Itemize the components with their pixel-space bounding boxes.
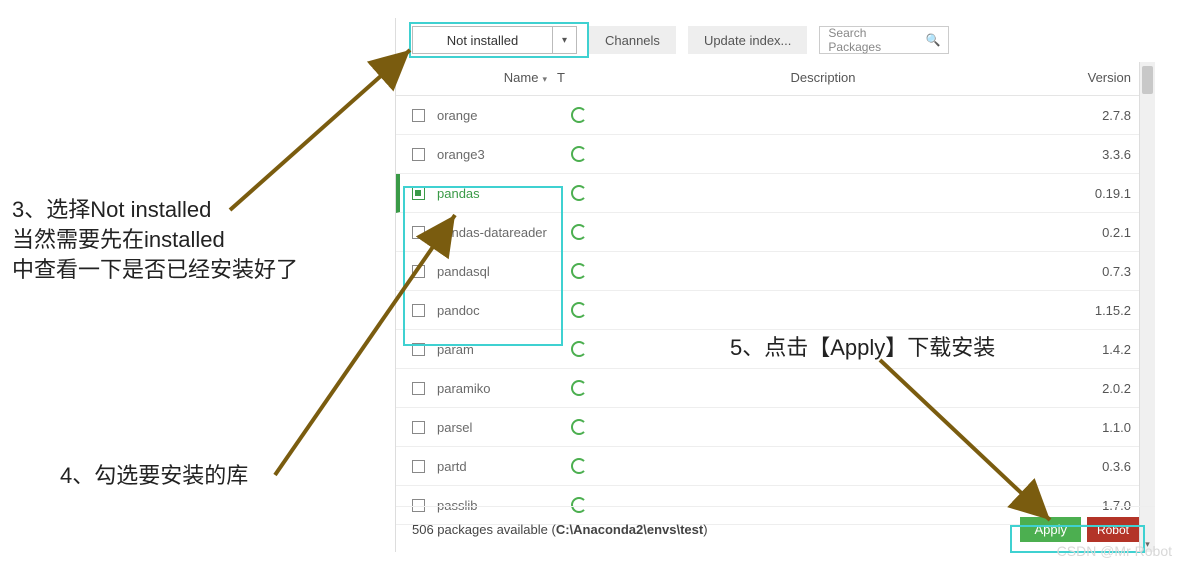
loading-icon — [571, 458, 587, 474]
package-version: 2.0.2 — [1102, 381, 1139, 396]
loading-icon — [571, 146, 587, 162]
checkbox[interactable] — [412, 460, 425, 473]
checkbox[interactable] — [412, 343, 425, 356]
package-list: orange2.7.8orange33.3.6pandas0.19.1panda… — [396, 96, 1155, 526]
cancel-button[interactable]: Robot — [1087, 517, 1139, 542]
package-name: pandasql — [437, 264, 567, 279]
checkbox[interactable] — [412, 109, 425, 122]
loading-icon — [571, 107, 587, 123]
loading-icon — [571, 185, 587, 201]
table-header: Name▾ T Description Version — [396, 62, 1155, 96]
col-t[interactable]: T — [557, 70, 587, 85]
search-placeholder: Search Packages — [828, 26, 919, 54]
checkbox[interactable] — [412, 421, 425, 434]
package-version: 0.2.1 — [1102, 225, 1139, 240]
table-row[interactable]: pandoc 1.15.2 — [396, 291, 1155, 330]
checkbox[interactable] — [412, 382, 425, 395]
env-path: C:\Anaconda2\envs\test — [556, 522, 703, 537]
filter-label: Not installed — [413, 33, 552, 48]
status-bar: 506 packages available ( C:\Anaconda2\en… — [396, 506, 1155, 552]
package-version: 0.3.6 — [1102, 459, 1139, 474]
package-version: 3.3.6 — [1102, 147, 1139, 162]
package-version: 1.1.0 — [1102, 420, 1139, 435]
package-version: 0.19.1 — [1095, 186, 1139, 201]
checkbox[interactable] — [412, 187, 425, 200]
table-row[interactable]: orange 2.7.8 — [396, 96, 1155, 135]
package-name: orange — [437, 108, 567, 123]
sort-arrow-icon: ▾ — [542, 74, 547, 84]
apply-button[interactable]: Apply — [1020, 517, 1081, 542]
package-name: param — [437, 342, 567, 357]
loading-icon — [571, 341, 587, 357]
watermark: CSDN @Mr Robot — [1057, 543, 1172, 559]
package-version: 1.4.2 — [1102, 342, 1139, 357]
channels-button[interactable]: Channels — [589, 26, 676, 54]
scrollbar-thumb[interactable] — [1142, 66, 1153, 94]
loading-icon — [571, 263, 587, 279]
package-version: 0.7.3 — [1102, 264, 1139, 279]
loading-icon — [571, 380, 587, 396]
annotation-3: 3、选择Not installed 当然需要先在installed 中查看一下是… — [12, 195, 298, 285]
package-name: pandas-datareader — [437, 225, 567, 240]
chevron-down-icon: ▾ — [552, 27, 576, 53]
annotation-5: 5、点击【Apply】下载安装 — [730, 330, 995, 362]
package-name: pandas — [437, 186, 567, 201]
package-name: pandoc — [437, 303, 567, 318]
toolbar: Not installed ▾ Channels Update index...… — [396, 18, 1155, 62]
package-name: paramiko — [437, 381, 567, 396]
annotation-4: 4、勾选要安装的库 — [60, 458, 248, 490]
table-row[interactable]: pandas 0.19.1 — [396, 174, 1155, 213]
search-icon: 🔍 — [925, 33, 940, 47]
loading-icon — [571, 224, 587, 240]
loading-icon — [571, 302, 587, 318]
package-version: 2.7.8 — [1102, 108, 1139, 123]
loading-icon — [571, 419, 587, 435]
checkbox[interactable] — [412, 148, 425, 161]
col-version[interactable]: Version — [1059, 70, 1139, 85]
update-index-button[interactable]: Update index... — [688, 26, 807, 54]
package-count: 506 packages available ( — [412, 522, 556, 537]
table-row[interactable]: partd 0.3.6 — [396, 447, 1155, 486]
checkbox[interactable] — [412, 304, 425, 317]
search-input[interactable]: Search Packages 🔍 — [819, 26, 949, 54]
table-row[interactable]: parsel 1.1.0 — [396, 408, 1155, 447]
package-panel: Not installed ▾ Channels Update index...… — [395, 18, 1155, 552]
table-row[interactable]: pandas-datareader 0.2.1 — [396, 213, 1155, 252]
col-description[interactable]: Description — [587, 70, 1059, 85]
filter-dropdown[interactable]: Not installed ▾ — [412, 26, 577, 54]
checkbox[interactable] — [412, 226, 425, 239]
checkbox[interactable] — [412, 265, 425, 278]
package-name: partd — [437, 459, 567, 474]
table-row[interactable]: paramiko 2.0.2 — [396, 369, 1155, 408]
table-row[interactable]: orange3 3.3.6 — [396, 135, 1155, 174]
package-version: 1.15.2 — [1095, 303, 1139, 318]
package-name: parsel — [437, 420, 567, 435]
table-row[interactable]: pandasql 0.7.3 — [396, 252, 1155, 291]
col-name[interactable]: Name▾ — [412, 70, 557, 85]
package-name: orange3 — [437, 147, 567, 162]
scrollbar[interactable]: ▾ — [1139, 62, 1155, 552]
